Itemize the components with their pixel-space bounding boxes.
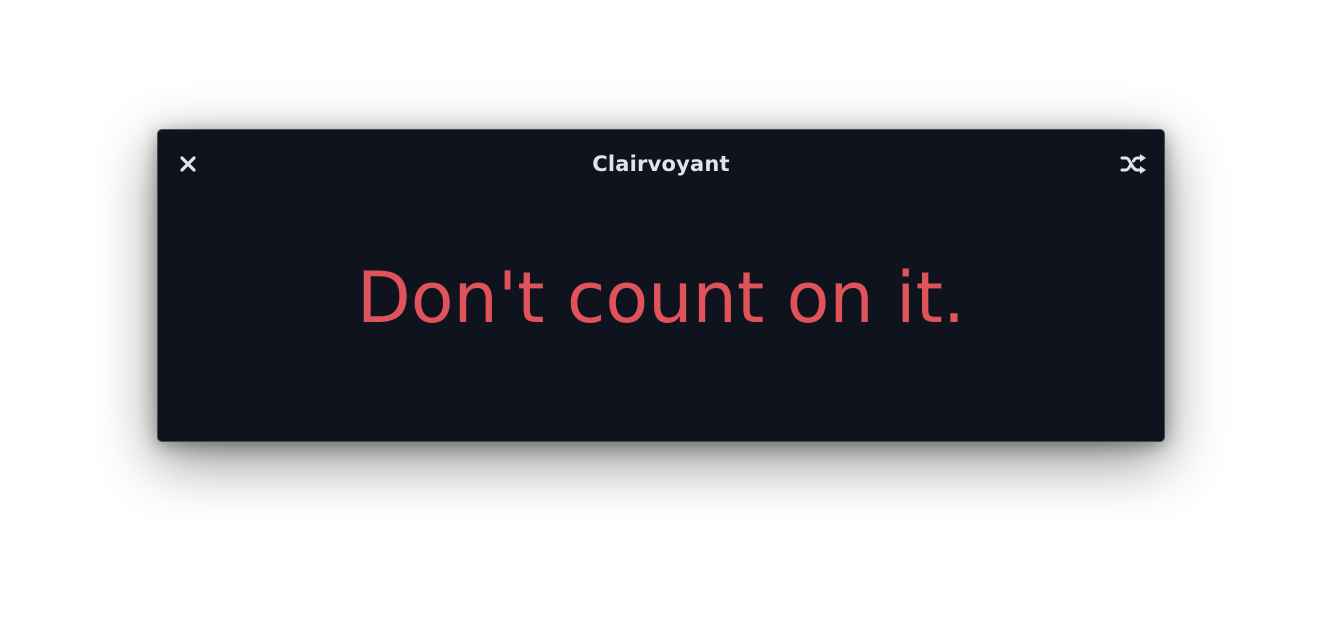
desktop-background: Clairvoyant Don't count on it. bbox=[0, 0, 1322, 628]
window-title: Clairvoyant bbox=[592, 152, 730, 176]
shuffle-icon bbox=[1120, 153, 1148, 175]
shuffle-button[interactable] bbox=[1117, 147, 1151, 181]
app-window: Clairvoyant Don't count on it. bbox=[157, 129, 1165, 442]
header-bar: Clairvoyant bbox=[158, 130, 1164, 196]
answer-text: Don't count on it. bbox=[356, 257, 966, 339]
